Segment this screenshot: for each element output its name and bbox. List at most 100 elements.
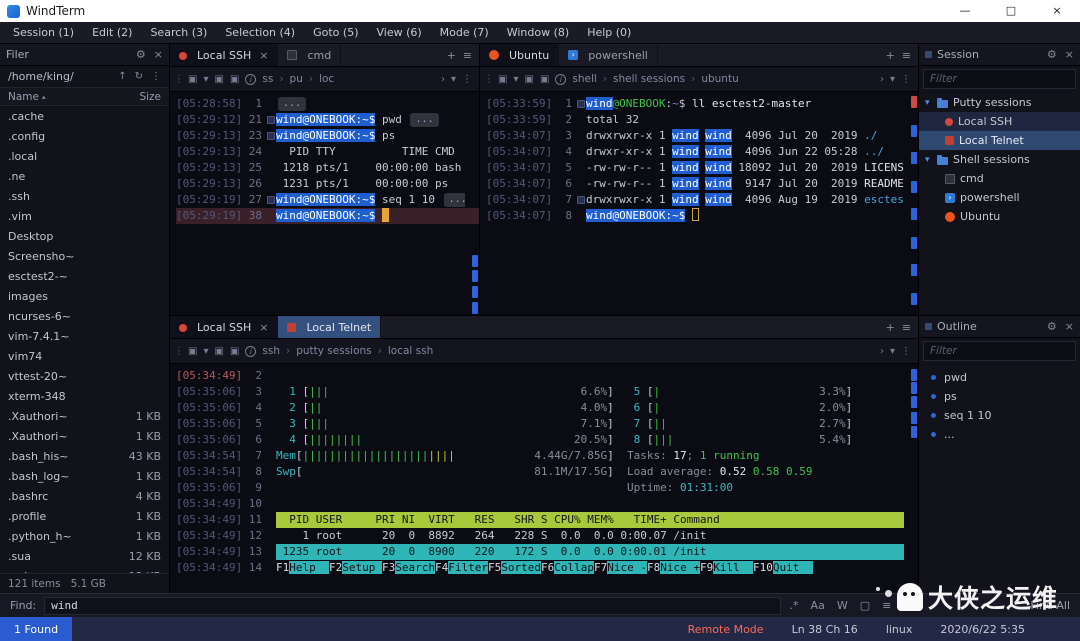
pane-menu-icon[interactable]: ⋮ [901, 74, 911, 85]
filer-row[interactable]: .Xauthori~1 KB [0, 406, 169, 426]
session-settings-icon[interactable]: ⚙ [1047, 48, 1057, 61]
scroll-match-marker[interactable] [911, 96, 917, 108]
chevron-down-icon[interactable]: ▾ [890, 74, 895, 85]
outline-item[interactable]: seq 1 10 [919, 406, 1080, 425]
filer-row[interactable]: .python_h~1 KB [0, 526, 169, 546]
scroll-match-marker[interactable] [911, 396, 917, 408]
drag-handle-icon[interactable]: ⋮ [174, 346, 182, 357]
menu-view-6-[interactable]: View (6) [367, 22, 430, 44]
menu-selection-4-[interactable]: Selection (4) [216, 22, 304, 44]
breadcrumb-item[interactable]: ss [262, 73, 273, 85]
scroll-match-marker[interactable] [911, 152, 917, 164]
column-header-name[interactable]: Name [8, 91, 39, 103]
duplicate-session-icon[interactable]: ▣ [524, 74, 533, 85]
terminal-view[interactable]: [05:28:58]1...[05:29:12]21wind@ONEBOOK:~… [170, 92, 479, 315]
session-item-powershell[interactable]: powershell [919, 188, 1080, 207]
session-item-cmd[interactable]: cmd [919, 169, 1080, 188]
filer-row[interactable]: .config [0, 126, 169, 146]
info-icon[interactable]: i [555, 74, 566, 85]
drag-handle-icon[interactable]: ⋮ [174, 74, 182, 85]
tab-list-button[interactable]: ≡ [463, 49, 472, 62]
filer-row[interactable]: ncurses-6~ [0, 306, 169, 326]
scroll-match-marker[interactable] [911, 293, 917, 305]
find-toggle-w[interactable]: W [836, 599, 849, 612]
scroll-match-marker[interactable] [472, 286, 478, 298]
menu-goto-5-[interactable]: Goto (5) [304, 22, 367, 44]
expand-caret-icon[interactable]: ▾ [925, 98, 937, 108]
filer-row[interactable]: vttest-20~ [0, 366, 169, 386]
session-dropdown-icon[interactable]: ▾ [513, 74, 518, 85]
session-item-putty-sessions[interactable]: ▾Putty sessions [919, 93, 1080, 112]
session-item-shell-sessions[interactable]: ▾Shell sessions [919, 150, 1080, 169]
session-item-local-ssh[interactable]: Local SSH [919, 112, 1080, 131]
menu-session-1-[interactable]: Session (1) [4, 22, 83, 44]
new-tab-button[interactable]: + [886, 321, 895, 334]
outline-item[interactable]: ps [919, 387, 1080, 406]
scroll-match-marker[interactable] [911, 426, 917, 438]
chevron-down-icon[interactable]: ▾ [890, 346, 895, 357]
menu-window-8-[interactable]: Window (8) [498, 22, 578, 44]
refresh-icon[interactable]: ↻ [135, 71, 143, 82]
filer-row[interactable]: .profile1 KB [0, 506, 169, 526]
split-pane-icon[interactable]: ▣ [540, 74, 549, 85]
session-item-local-telnet[interactable]: Local Telnet [919, 131, 1080, 150]
filer-row[interactable]: images [0, 286, 169, 306]
breadcrumb-item[interactable]: shell [572, 73, 596, 85]
breadcrumb-item[interactable]: pu [290, 73, 303, 85]
outline-item[interactable]: pwd [919, 368, 1080, 387]
chevron-right-icon[interactable]: › [880, 74, 884, 85]
scroll-match-marker[interactable] [911, 125, 917, 137]
filer-row[interactable]: .ne [0, 166, 169, 186]
tab-local-telnet[interactable]: Local Telnet [278, 316, 381, 338]
up-directory-icon[interactable]: ↑ [118, 71, 126, 82]
split-pane-icon[interactable]: ▣ [230, 346, 239, 357]
info-icon[interactable]: i [245, 74, 256, 85]
filer-close-icon[interactable]: × [154, 48, 163, 61]
close-tab-icon[interactable]: × [259, 321, 268, 334]
close-button[interactable]: × [1034, 0, 1080, 22]
filer-row[interactable]: .ssh [0, 186, 169, 206]
chevron-right-icon[interactable]: › [880, 346, 884, 357]
scroll-match-marker[interactable] [472, 255, 478, 267]
fold-marker-icon[interactable] [575, 192, 586, 208]
fold-marker-icon[interactable] [265, 128, 276, 144]
info-icon[interactable]: i [245, 346, 256, 357]
fold-marker-icon[interactable] [265, 112, 276, 128]
filer-row[interactable]: .sub12 KB [0, 566, 169, 573]
scroll-track[interactable] [910, 364, 918, 593]
maximize-button[interactable]: □ [988, 0, 1034, 22]
filer-settings-icon[interactable]: ⚙ [136, 48, 146, 61]
session-item-ubuntu[interactable]: Ubuntu [919, 207, 1080, 226]
os-indicator[interactable]: linux [886, 623, 913, 636]
filer-row[interactable]: vim-7.4.1~ [0, 326, 169, 346]
filer-row[interactable]: .sua12 KB [0, 546, 169, 566]
filer-row[interactable]: .bash_his~43 KB [0, 446, 169, 466]
close-tab-icon[interactable]: × [259, 49, 268, 62]
session-dropdown-icon[interactable]: ▾ [203, 346, 208, 357]
tab-ubuntu[interactable]: Ubuntu [480, 44, 559, 66]
filer-row[interactable]: vim74 [0, 346, 169, 366]
pane-menu-icon[interactable]: ⋮ [462, 74, 472, 85]
filer-row[interactable]: .cache [0, 106, 169, 126]
find-toggle--[interactable]: .* [789, 599, 800, 612]
menu-mode-7-[interactable]: Mode (7) [431, 22, 498, 44]
chevron-right-icon[interactable]: › [441, 74, 445, 85]
breadcrumb-item[interactable]: local ssh [388, 345, 433, 357]
terminal-view[interactable]: [05:34:49]2[05:35:06]3 1 [||| 6.6%] 5 [|… [170, 364, 918, 593]
outline-close-icon[interactable]: × [1065, 320, 1074, 333]
new-session-icon[interactable]: ▣ [498, 74, 507, 85]
tab-list-button[interactable]: ≡ [902, 321, 911, 334]
filer-row[interactable]: .local [0, 146, 169, 166]
scroll-track[interactable] [910, 92, 918, 315]
outline-filter-input[interactable]: Filter [923, 341, 1076, 361]
filer-row[interactable]: esctest2-~ [0, 266, 169, 286]
fold-marker-icon[interactable] [265, 192, 276, 208]
breadcrumb-item[interactable]: ubuntu [701, 73, 738, 85]
cursor-position[interactable]: Ln 38 Ch 16 [792, 623, 858, 636]
new-session-icon[interactable]: ▣ [188, 74, 197, 85]
menu-edit-2-[interactable]: Edit (2) [83, 22, 141, 44]
scroll-match-marker[interactable] [911, 264, 917, 276]
new-tab-button[interactable]: + [886, 49, 895, 62]
mode-indicator[interactable]: Remote Mode [688, 623, 764, 636]
duplicate-session-icon[interactable]: ▣ [214, 74, 223, 85]
